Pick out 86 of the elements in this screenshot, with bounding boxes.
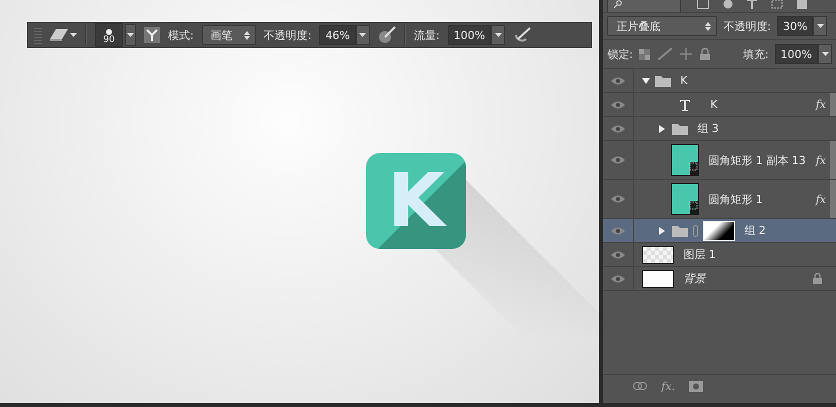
caret-icon bbox=[494, 33, 502, 37]
layer-name: 图层 1 bbox=[683, 247, 716, 262]
effects-badge[interactable]: fx bbox=[816, 192, 826, 206]
layer-name: K bbox=[680, 74, 688, 87]
opacity-label: 不透明度: bbox=[723, 18, 772, 34]
image-filter-icon[interactable] bbox=[697, 0, 710, 9]
mode-label: 模式: bbox=[168, 28, 194, 42]
shape-thumbnail bbox=[671, 183, 700, 215]
fill-field[interactable]: 100% bbox=[774, 44, 818, 64]
eraser-icon[interactable] bbox=[50, 29, 68, 41]
opacity-label: 不透明度: bbox=[264, 28, 312, 42]
layer-row[interactable]: K fx bbox=[603, 93, 836, 117]
opacity-field[interactable]: 46% bbox=[319, 25, 356, 45]
mask-thumbnail bbox=[703, 220, 736, 240]
brush-icon[interactable] bbox=[658, 48, 672, 60]
effects-badge[interactable]: fx bbox=[816, 98, 826, 111]
layer-name: 组 3 bbox=[697, 121, 719, 136]
collapsed-triangle-icon[interactable] bbox=[659, 124, 666, 132]
shape-filter-icon[interactable] bbox=[771, 0, 784, 9]
brush-size-preview[interactable]: 90 bbox=[95, 23, 123, 47]
brush-panel-icon[interactable] bbox=[144, 27, 160, 43]
layer-row[interactable]: K bbox=[603, 69, 836, 93]
text-layer-icon bbox=[679, 98, 692, 110]
layer-name: 组 2 bbox=[744, 223, 766, 238]
eye-icon[interactable] bbox=[611, 274, 626, 282]
layer-row[interactable]: 组 2 bbox=[603, 219, 836, 243]
pressure-opacity-icon[interactable] bbox=[378, 26, 396, 44]
eye-icon[interactable] bbox=[611, 250, 626, 258]
folder-icon bbox=[672, 122, 688, 134]
eye-icon[interactable] bbox=[611, 226, 626, 234]
layer-name: K bbox=[710, 98, 718, 111]
link-icon[interactable] bbox=[633, 382, 648, 390]
layer-name: 圆角矩形 1 bbox=[708, 192, 763, 206]
caret-icon bbox=[127, 33, 134, 37]
eye-icon[interactable] bbox=[611, 156, 626, 164]
smart-object-filter-icon[interactable] bbox=[797, 0, 808, 9]
layer-row[interactable]: 组 3 bbox=[603, 117, 836, 141]
text-filter-icon[interactable] bbox=[747, 0, 758, 9]
eye-icon[interactable] bbox=[611, 124, 626, 132]
effects-expand-toggle[interactable] bbox=[830, 180, 836, 218]
dropdown-button[interactable] bbox=[125, 24, 136, 46]
layer-name: 圆角矩形 1 副本 13 bbox=[708, 152, 806, 168]
flow-field[interactable]: 100% bbox=[448, 25, 492, 45]
caret-icon bbox=[70, 33, 77, 37]
layer-thumbnail bbox=[642, 246, 674, 264]
move-icon[interactable] bbox=[680, 48, 692, 60]
eye-icon[interactable] bbox=[611, 100, 626, 108]
search-icon bbox=[614, 0, 622, 8]
dropdown-button[interactable] bbox=[813, 16, 828, 36]
shape-thumbnail bbox=[671, 144, 700, 176]
dropdown-button[interactable] bbox=[491, 25, 506, 45]
eye-icon[interactable] bbox=[611, 76, 626, 84]
up-down-arrows-icon bbox=[705, 22, 712, 30]
caret-icon bbox=[816, 24, 824, 28]
lock-transparency-icon[interactable] bbox=[639, 48, 650, 60]
expanded-triangle-icon[interactable] bbox=[642, 78, 650, 84]
mode-dropdown[interactable]: 画笔 bbox=[202, 25, 256, 45]
effects-expand-toggle[interactable] bbox=[830, 93, 836, 116]
layer-row[interactable]: 圆角矩形 1 fx bbox=[603, 180, 836, 219]
mask-icon[interactable] bbox=[689, 380, 704, 392]
adjustment-filter-icon[interactable] bbox=[723, 0, 734, 9]
lock-label: 锁定: bbox=[607, 46, 634, 62]
blend-mode-dropdown[interactable]: 正片叠底 bbox=[607, 16, 718, 36]
up-down-arrows-icon bbox=[244, 30, 250, 40]
effects-badge[interactable]: fx bbox=[816, 154, 826, 166]
layer-name: 背景 bbox=[683, 271, 706, 286]
airbrush-icon[interactable] bbox=[513, 26, 532, 44]
fill-label: 填充: bbox=[742, 46, 769, 62]
dropdown-button[interactable] bbox=[356, 25, 370, 45]
folder-icon bbox=[655, 74, 672, 86]
layer-row[interactable]: 图层 1 bbox=[603, 243, 836, 267]
effects-expand-toggle[interactable] bbox=[830, 141, 836, 179]
opacity-field[interactable]: 30% bbox=[777, 16, 814, 36]
icon-letter: K bbox=[387, 164, 445, 238]
folder-icon bbox=[672, 224, 688, 236]
brush-tip-icon bbox=[106, 29, 112, 35]
caret-icon bbox=[822, 52, 828, 56]
dropdown-button[interactable] bbox=[818, 44, 832, 64]
background-thumbnail bbox=[642, 270, 674, 288]
collapsed-triangle-icon[interactable] bbox=[659, 226, 666, 234]
layer-row[interactable]: 背景 bbox=[603, 267, 836, 291]
lock-icon[interactable] bbox=[700, 48, 710, 60]
flow-label: 流量: bbox=[414, 28, 440, 42]
eye-icon[interactable] bbox=[611, 195, 626, 203]
layer-row[interactable]: 圆角矩形 1 副本 13 fx bbox=[603, 141, 836, 180]
caret-icon bbox=[359, 33, 366, 37]
